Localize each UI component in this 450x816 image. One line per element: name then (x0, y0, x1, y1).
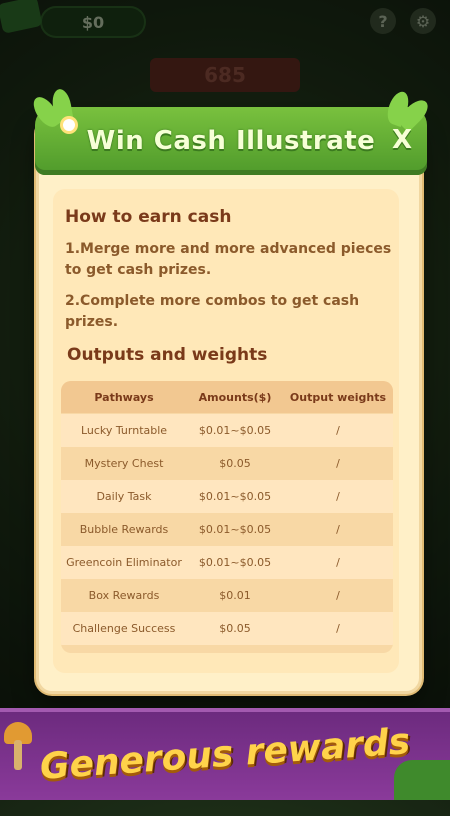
table-row: Box Rewards $0.01 / (61, 579, 393, 612)
cell-amount: $0.01~$0.05 (198, 424, 272, 437)
cell-amount: $0.01 (219, 589, 251, 602)
how-to-earn-title: How to earn cash (65, 207, 232, 227)
outputs-table: Pathways Amounts($) Output weights Lucky… (61, 381, 393, 653)
cell-pathway: Box Rewards (88, 589, 160, 602)
rule-item-2: 2.Complete more combos to get cash prize… (65, 293, 360, 330)
cell-pathway: Greencoin Eliminator (66, 556, 182, 569)
cell-weight: / (336, 589, 340, 602)
table-row: Daily Task $0.01~$0.05 / (61, 480, 393, 513)
cell-amount: $0.01~$0.05 (198, 556, 272, 569)
table-row: Mystery Chest $0.05 / (61, 447, 393, 480)
modal-header: Win Cash Illustrate X (28, 87, 433, 175)
table-row: Greencoin Eliminator $0.01~$0.05 / (61, 546, 393, 579)
outputs-weights-title: Outputs and weights (67, 345, 268, 365)
table-row: Bubble Rewards $0.01~$0.05 / (61, 513, 393, 546)
close-button[interactable]: X (387, 125, 417, 155)
modal-content-panel: How to earn cash 1.Merge more and more a… (53, 189, 399, 673)
header-amounts: Amounts($) (198, 390, 272, 404)
banner-text: Generous rewards (38, 720, 412, 788)
cell-amount: $0.01~$0.05 (198, 523, 272, 536)
cell-weight: / (336, 424, 340, 437)
cell-weight: / (336, 556, 340, 569)
rule-item-1: 1.Merge more and more advanced pieces to… (65, 241, 392, 278)
leaf-corner-icon (394, 760, 450, 800)
cell-weight: / (336, 490, 340, 503)
cell-pathway: Lucky Turntable (80, 424, 168, 437)
cell-amount: $0.01~$0.05 (198, 490, 272, 503)
cell-pathway: Bubble Rewards (79, 523, 169, 536)
table-header-row: Pathways Amounts($) Output weights (61, 381, 393, 413)
cell-weight: / (336, 622, 340, 635)
win-cash-modal: Win Cash Illustrate X How to earn cash 1… (28, 87, 433, 694)
cell-weight: / (336, 457, 340, 470)
cell-amount: $0.05 (219, 457, 251, 470)
header-output-weights: Output weights (289, 390, 387, 404)
mushroom-icon (4, 722, 32, 770)
cell-pathway: Mystery Chest (84, 457, 164, 470)
header-pathways: Pathways (94, 390, 154, 404)
modal-title: Win Cash Illustrate (86, 126, 376, 156)
promo-banner: Generous rewards (0, 708, 450, 800)
close-icon: X (391, 125, 413, 155)
cell-weight: / (336, 523, 340, 536)
table-row: Challenge Success $0.05 / (61, 612, 393, 645)
cell-pathway: Daily Task (96, 490, 152, 503)
table-row: Lucky Turntable $0.01~$0.05 / (61, 414, 393, 447)
cell-amount: $0.05 (219, 622, 251, 635)
cell-pathway: Challenge Success (72, 622, 176, 635)
